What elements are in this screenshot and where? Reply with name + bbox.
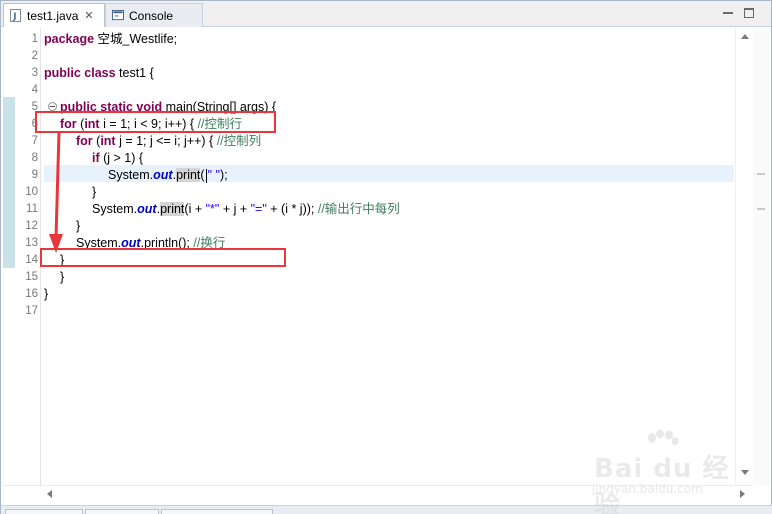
line-number: 12 [25, 220, 38, 232]
scroll-right-arrow-icon[interactable] [737, 489, 747, 499]
line-number: 8 [31, 152, 38, 164]
line-number: 15 [25, 271, 38, 283]
minimize-button[interactable] [723, 8, 733, 18]
code-text: (i + [184, 202, 206, 216]
line-number: 16 [25, 288, 38, 300]
code-text: test1 { [115, 66, 154, 80]
vertical-scrollbar[interactable] [735, 28, 753, 485]
watermark-url: jingyan.baidu.com [592, 482, 703, 496]
code-line-11: System.out.print(i + "*" + j + "=" + (i … [92, 201, 400, 218]
line-number: 17 [25, 305, 38, 317]
string-literal: "*" [205, 202, 220, 216]
code-text: ( [200, 168, 205, 182]
bottom-tab[interactable] [5, 509, 83, 514]
code-line-1: package 空城_Westlife; [44, 31, 177, 48]
tab-console[interactable]: Console [105, 3, 203, 27]
string-literal: "=" [250, 202, 267, 216]
scroll-up-arrow-icon[interactable] [739, 32, 751, 42]
line-number: 9 [31, 169, 38, 181]
line-number: 4 [31, 84, 38, 96]
maximize-button[interactable] [744, 8, 754, 18]
line-number: 7 [31, 135, 38, 147]
line-number: 14 [25, 254, 38, 266]
line-number: 2 [31, 50, 38, 62]
tab-label: test1.java [27, 8, 79, 23]
baidu-jingyan-watermark: Bai du 经验 jingyan.baidu.com [588, 430, 738, 514]
comment: //控制列 [216, 134, 262, 148]
line-number: 11 [26, 203, 38, 215]
keyword: for [76, 134, 93, 148]
editor-tab-bar: J test1.java ✕ Console [1, 1, 771, 27]
code-line-9: System.out.print(" "); [108, 167, 228, 184]
code-text: j = 1; j <= i; j++) { [115, 134, 217, 148]
keyword: package [44, 32, 95, 46]
line-number: 10 [25, 186, 38, 198]
code-line-15: } [60, 270, 65, 284]
code-line-3: public class test1 { [44, 65, 154, 82]
code-line-12: } [76, 219, 81, 233]
bottom-tab[interactable] [85, 509, 159, 514]
string-literal: " " [207, 168, 220, 182]
text-caret [205, 168, 207, 183]
code-text: System. [92, 202, 138, 216]
scroll-down-arrow-icon[interactable] [739, 468, 751, 478]
field: out [153, 168, 173, 182]
occurrence-highlight: print [176, 168, 201, 182]
code-text: + j + [219, 202, 251, 216]
line-number: 3 [31, 67, 38, 79]
code-text: 空城_Westlife; [94, 32, 178, 46]
annotation-arrow-icon [49, 131, 63, 253]
console-icon [112, 9, 124, 21]
annotation-box-outer-loop [35, 111, 276, 133]
tab-test1-java[interactable]: J test1.java ✕ [3, 3, 105, 27]
code-text: System. [108, 168, 154, 182]
code-line-10: } [92, 185, 97, 199]
code-text: (j > 1) { [99, 151, 144, 165]
overview-ruler[interactable] [753, 28, 771, 485]
occurrence-marker[interactable] [757, 173, 765, 175]
line-number: 13 [25, 237, 38, 249]
svg-text:J: J [12, 12, 16, 22]
line-number: 1 [31, 33, 38, 45]
bottom-tab[interactable] [161, 509, 273, 514]
keyword: if [92, 151, 100, 165]
close-icon[interactable]: ✕ [84, 9, 93, 22]
code-line-16: } [44, 287, 49, 301]
code-line-8: if (j > 1) { [92, 150, 143, 167]
code-line-7: for (int j = 1; j <= i; j++) { //控制列 [76, 133, 261, 150]
annotation-box-closing-brace [40, 248, 286, 267]
line-number-ruler: 1 2 3 4 5 6 7 8 9 10 11 12 13 14 15 16 1… [18, 28, 57, 485]
keyword: int [100, 134, 116, 148]
occurrence-marker[interactable] [757, 208, 765, 210]
keyword: public class [44, 66, 116, 80]
code-text: ); [219, 168, 228, 182]
field: out [137, 202, 157, 216]
java-file-icon: J [10, 9, 21, 22]
tab-label: Console [129, 8, 174, 23]
comment: //输出行中每列 [317, 202, 400, 216]
occurrence-highlight: print [160, 202, 185, 216]
watermark-brand: Bai du 经验 [594, 454, 730, 514]
scroll-left-arrow-icon[interactable] [46, 489, 56, 499]
code-text: + (i * j)); [266, 202, 318, 216]
